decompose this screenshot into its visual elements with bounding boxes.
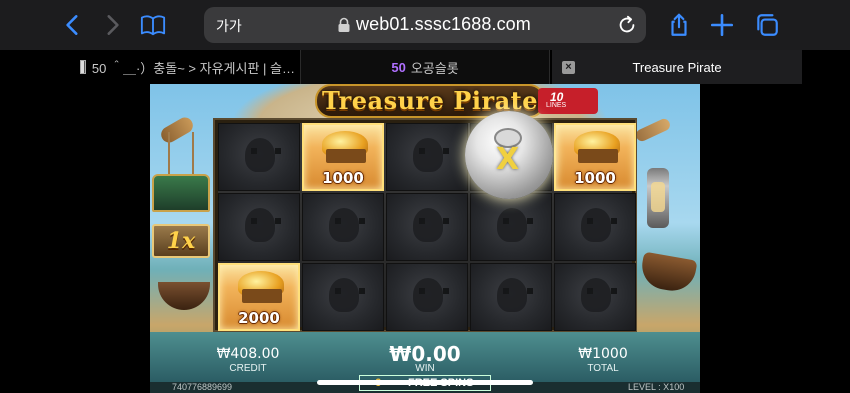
new-tab-icon[interactable] — [707, 10, 737, 40]
reel-cell — [218, 193, 300, 261]
browser-toolbar: 가가 web01.sssc1688.com — [0, 0, 850, 50]
reload-icon[interactable] — [616, 14, 638, 36]
total-label: TOTAL — [587, 363, 619, 374]
reel-cell — [554, 263, 636, 331]
tabs-icon[interactable] — [752, 10, 782, 40]
account-id: 740776889699 — [172, 382, 233, 392]
reel-cell — [386, 123, 468, 191]
lantern-glow — [651, 182, 665, 212]
reel-cell — [386, 193, 468, 261]
skull-icon — [245, 138, 281, 172]
gold-chest-icon — [578, 149, 618, 163]
skull-icon — [497, 208, 533, 242]
tab-badge: 50 — [391, 59, 406, 75]
reel-cell — [386, 263, 468, 331]
address-bar[interactable]: 가가 web01.sssc1688.com — [204, 7, 646, 43]
level-label: LEVEL : X100 — [628, 382, 685, 392]
tab-treasure-pirate[interactable]: × Treasure Pirate — [552, 50, 802, 84]
total-value: ₩1000 — [578, 346, 628, 362]
reel-cell — [470, 263, 552, 331]
bookmarks-icon[interactable] — [138, 10, 168, 40]
slot-game[interactable]: Treasure Pirate 10 LINES 1x 1000 1000 20… — [150, 84, 700, 393]
lines-badge — [538, 88, 598, 114]
favicon-icon — [80, 60, 86, 74]
text-size-button[interactable]: 가가 — [216, 16, 242, 36]
treasure-chest-icon — [152, 174, 210, 212]
multiplier-display: 1x — [152, 224, 210, 258]
skull-icon — [413, 208, 449, 242]
back-icon[interactable] — [58, 10, 88, 40]
skull-icon — [581, 208, 617, 242]
gold-chest-icon — [326, 149, 366, 163]
skull-icon — [497, 278, 533, 312]
telescope-icon — [158, 114, 196, 146]
gold-value: 1000 — [574, 169, 616, 187]
boat-icon — [158, 282, 210, 310]
reel-grid: 1000 1000 2000 — [215, 120, 636, 331]
tab-bar: 50 ＾＿·）충돌~ > 자유게시판 | 슬… 50 오공슬롯 × Treasu… — [0, 50, 850, 84]
reel-cell-gold: 1000 — [554, 123, 636, 191]
url-text: web01.sssc1688.com — [356, 14, 531, 34]
skull-icon — [245, 208, 281, 242]
lock-icon — [338, 17, 350, 32]
gold-value: 1000 — [322, 169, 364, 187]
share-icon[interactable] — [664, 10, 694, 40]
tab-forum[interactable]: 50 ＾＿·）충돌~ > 자유게시판 | 슬… — [80, 50, 295, 84]
home-indicator[interactable] — [317, 380, 533, 385]
reel-cell — [470, 193, 552, 261]
reel-cell — [302, 263, 384, 331]
tab-ogong-slot[interactable]: 50 오공슬롯 — [300, 50, 550, 84]
tab-label: 오공슬롯 — [410, 60, 459, 76]
rope — [192, 132, 194, 176]
rope — [168, 132, 170, 176]
skull-icon — [413, 138, 449, 172]
skull-icon — [581, 278, 617, 312]
credit-label: CREDIT — [229, 363, 267, 374]
reel-cell-gold: 2000 — [218, 263, 300, 331]
tab-label: 50 ＾＿·）충돌~ > 자유게시판 | 슬… — [91, 60, 295, 76]
left-decoration: 1x — [150, 112, 215, 342]
credit-value: ₩408.00 — [216, 346, 280, 362]
skull-icon — [329, 278, 365, 312]
forward-icon[interactable] — [97, 10, 127, 40]
tab-label: Treasure Pirate — [632, 59, 722, 75]
reel-cell — [554, 193, 636, 261]
coin-x-mark: X — [496, 142, 520, 177]
skull-icon — [329, 208, 365, 242]
skull-icon — [413, 278, 449, 312]
reel-cell — [218, 123, 300, 191]
shipwreck-icon — [638, 251, 698, 295]
reel-cell — [302, 193, 384, 261]
gold-value: 2000 — [238, 309, 280, 327]
gold-chest-icon — [242, 289, 282, 303]
reel-cell-gold: 1000 — [302, 123, 384, 191]
lines-label: LINES — [546, 102, 567, 109]
spyglass-icon — [634, 116, 672, 144]
win-label: WIN — [415, 363, 435, 374]
